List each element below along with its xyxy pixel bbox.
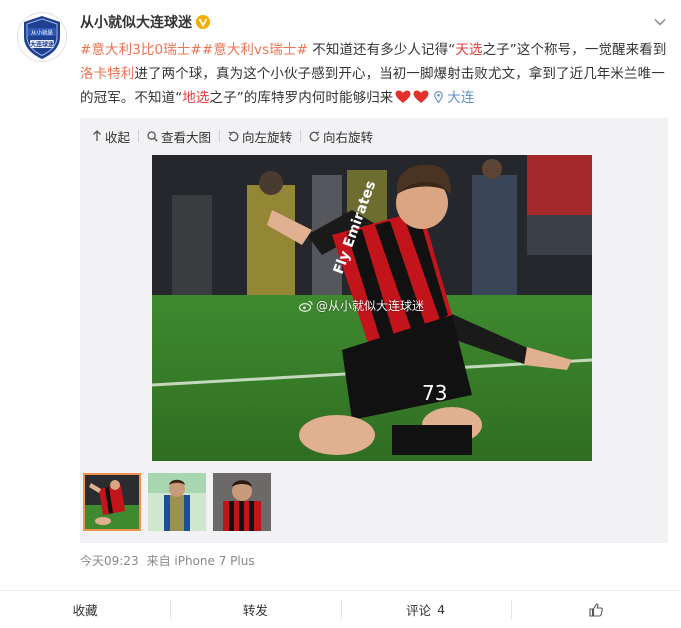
toolbar-divider [300, 130, 302, 142]
rotate-left-button[interactable]: 向左旋转 [228, 127, 292, 146]
collapse-label: 收起 [105, 129, 131, 145]
rotate-left-icon [228, 130, 239, 141]
post-text: #意大利3比0瑞士##意大利vs瑞士# 不知道还有多少人记得“天选之子”这个称号… [80, 38, 668, 110]
main-photo[interactable]: Fly Emirates 73 @从小就似大连球迷 [152, 155, 592, 461]
svg-text:大连球迷: 大连球迷 [30, 41, 55, 49]
rotate-right-label: 向右旋转 [323, 129, 374, 145]
author-header: 从小就似大连球迷 [80, 12, 210, 32]
location-label: 大连 [447, 90, 475, 106]
thumbnail-1[interactable] [83, 473, 141, 531]
view-large-button[interactable]: 查看大图 [147, 127, 211, 146]
thumbnail-2[interactable] [148, 473, 206, 531]
like-button[interactable] [510, 591, 681, 628]
media-toolbar: 收起 查看大图 向左旋转 向右旋转 [80, 118, 668, 154]
weibo-post-card: 从小就是 大连球迷 从小就似大连球迷 #意大利3比0瑞士##意大利vs瑞士# 不… [0, 0, 681, 627]
toolbar-divider [219, 130, 221, 142]
rotate-left-label: 向左旋转 [242, 129, 293, 145]
thumbs-up-icon [589, 602, 603, 617]
collapse-button[interactable]: 收起 [92, 127, 130, 146]
thumbnail-strip [83, 473, 271, 531]
comment-count: 4 [437, 602, 446, 617]
photo-watermark: @从小就似大连球迷 [299, 297, 424, 314]
chevron-down-icon[interactable] [653, 14, 667, 28]
topic-tag-italy-3-0-switzerland[interactable]: #意大利3比0瑞士# [80, 42, 202, 58]
collapse-icon [93, 130, 101, 141]
location-link[interactable]: 大连 [433, 90, 475, 106]
rotate-right-icon [309, 130, 320, 141]
comment-label: 评论 [406, 603, 432, 618]
heart-emoji-icon [395, 88, 411, 103]
toolbar-divider [138, 130, 140, 142]
post-text-segment: 不知道还有多少人记得“ [307, 42, 456, 58]
mention-link[interactable]: 洛卡特利 [80, 66, 134, 82]
author-name[interactable]: 从小就似大连球迷 [80, 12, 192, 32]
post-meta: 今天09:23 来自 iPhone 7 Plus [80, 552, 255, 569]
favorite-label: 收藏 [72, 603, 98, 618]
location-pin-icon [433, 91, 443, 104]
view-large-label: 查看大图 [161, 129, 212, 145]
post-time-link[interactable]: 今天09:23 [80, 554, 139, 568]
weibo-logo-icon [299, 300, 313, 312]
shirt-number-text: 73 [422, 381, 447, 405]
heart-emoji-icon [413, 88, 429, 103]
watermark-text: @从小就似大连球迷 [316, 299, 425, 313]
post-source: 来自 iPhone 7 Plus [146, 554, 255, 568]
comment-button[interactable]: 评论 4 [340, 591, 511, 628]
post-text-segment: 之子”这个称号，一觉醒来看到 [482, 42, 667, 58]
highlight-word: 天选 [455, 42, 483, 58]
svg-text:从小就是: 从小就是 [31, 29, 54, 37]
thumbnail-3[interactable] [213, 473, 271, 531]
repost-label: 转发 [242, 603, 268, 618]
highlight-word: 地选 [182, 90, 210, 106]
action-bar: 收藏 转发 评论 4 [0, 590, 681, 628]
search-icon [147, 130, 158, 142]
rotate-right-button[interactable]: 向右旋转 [309, 127, 373, 146]
post-text-segment: 之子”的库特罗内何时能够归来 [209, 90, 394, 106]
repost-button[interactable]: 转发 [170, 591, 340, 628]
media-box: 收起 查看大图 向左旋转 向右旋转 Fly Emirates 73 @从小就似大… [80, 118, 668, 543]
favorite-button[interactable]: 收藏 [0, 591, 170, 628]
verified-badge-icon [196, 15, 210, 29]
topic-tag-italy-vs-switzerland[interactable]: #意大利vs瑞士# [202, 42, 308, 58]
avatar[interactable]: 从小就是 大连球迷 [17, 12, 67, 62]
